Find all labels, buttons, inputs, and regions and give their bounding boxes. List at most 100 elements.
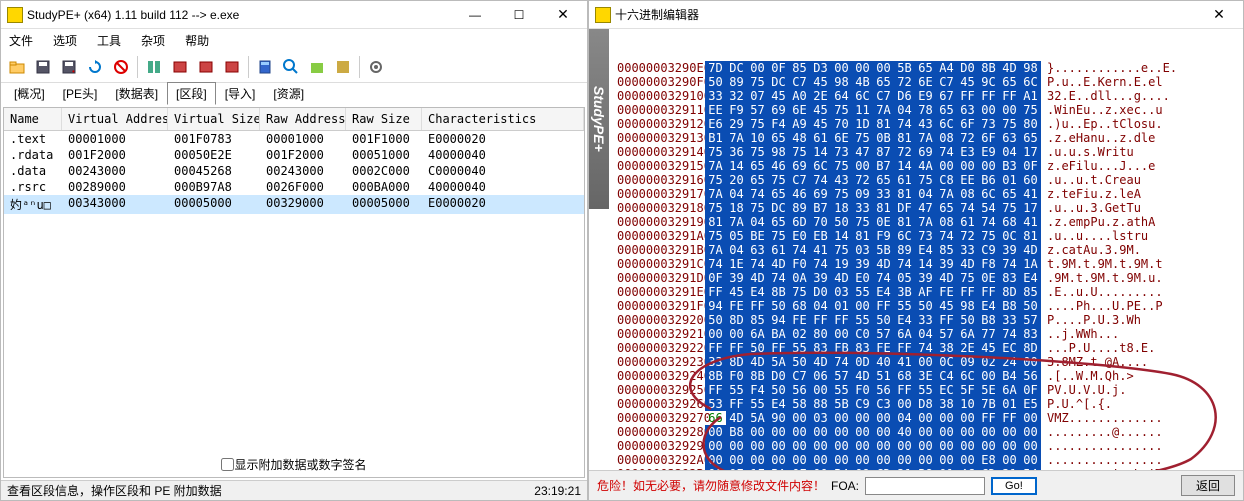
hex-byte[interactable]: 5B — [894, 61, 915, 75]
hex-byte[interactable]: 60 — [1020, 173, 1041, 187]
hex-byte[interactable]: 63 — [999, 131, 1020, 145]
hex-byte[interactable]: 0F — [705, 271, 726, 285]
hex-byte[interactable]: 7A — [873, 103, 894, 117]
settings-icon[interactable] — [364, 55, 388, 79]
hex-byte[interactable]: 39 — [852, 257, 873, 271]
hex-byte[interactable]: 75 — [999, 201, 1020, 215]
hex-byte[interactable]: 18 — [726, 201, 747, 215]
hex-byte[interactable]: 98 — [957, 299, 978, 313]
hex-byte[interactable]: 00 — [747, 425, 768, 439]
hex-byte[interactable]: 4D — [810, 355, 831, 369]
hex-byte[interactable]: B3 — [999, 159, 1020, 173]
hex-byte[interactable]: 00 — [873, 411, 894, 425]
hex-byte[interactable]: 50 — [705, 75, 726, 89]
hex-byte[interactable]: FF — [768, 341, 789, 355]
hex-byte[interactable]: FF — [978, 285, 999, 299]
hex-row[interactable]: 00000003292408BF08BD0C706574D51683EC46C0… — [617, 369, 1237, 383]
hex-byte[interactable]: 6C — [1020, 75, 1041, 89]
close-button[interactable]: ✕ — [541, 2, 585, 28]
column-header[interactable]: Virtual Address — [62, 108, 168, 130]
plugin1-icon[interactable] — [305, 55, 329, 79]
hex-byte[interactable]: 80 — [1020, 117, 1041, 131]
hex-byte[interactable]: C0 — [852, 327, 873, 341]
hex-byte[interactable]: 00 — [726, 439, 747, 453]
hex-byte[interactable]: 57 — [873, 327, 894, 341]
hex-byte[interactable]: B1 — [705, 131, 726, 145]
tab[interactable]: [区段] — [167, 82, 216, 105]
hex-byte[interactable]: 47 — [915, 201, 936, 215]
hex-byte[interactable]: 1D — [852, 117, 873, 131]
hex-byte[interactable]: 00 — [726, 453, 747, 467]
hex-row[interactable]: 0000000329200508D8594FEFFFF5550E433FF50B… — [617, 313, 1237, 327]
hex-byte[interactable]: 00 — [915, 425, 936, 439]
hex-byte[interactable]: 01 — [936, 467, 957, 470]
hex-row[interactable]: 000000032928000B800000000000000400000000… — [617, 425, 1237, 439]
hex-byte[interactable]: D0 — [768, 369, 789, 383]
hex-byte[interactable]: C7 — [789, 173, 810, 187]
hex-byte[interactable]: 50 — [789, 355, 810, 369]
hex-byte[interactable]: 00 — [747, 439, 768, 453]
hex-byte[interactable]: 85 — [1020, 285, 1041, 299]
hex-byte[interactable]: A0 — [789, 89, 810, 103]
hex-byte[interactable]: 6F — [957, 117, 978, 131]
checkbox-input[interactable] — [221, 458, 234, 471]
hex-byte[interactable]: 74 — [747, 187, 768, 201]
hex-byte[interactable]: 01 — [831, 299, 852, 313]
hex-byte[interactable]: 4C — [957, 467, 978, 470]
hex-byte[interactable]: 75 — [915, 173, 936, 187]
hex-byte[interactable]: 5A — [768, 355, 789, 369]
hex-byte[interactable]: 00 — [999, 453, 1020, 467]
column-header[interactable]: Virtual Size — [168, 108, 260, 130]
hex-byte[interactable]: 2E — [957, 341, 978, 355]
hex-byte[interactable]: E4 — [915, 243, 936, 257]
hex-byte[interactable]: 14 — [726, 159, 747, 173]
hex-byte[interactable]: 4D — [831, 271, 852, 285]
hex-byte[interactable]: 45 — [957, 75, 978, 89]
hex-byte[interactable]: AF — [915, 285, 936, 299]
hex-byte[interactable]: 56 — [789, 383, 810, 397]
hex-row[interactable]: 00000003290F0508975DCC745984B65726EC7459… — [617, 75, 1237, 89]
hex-byte[interactable]: 7A — [915, 131, 936, 145]
hex-byte[interactable]: EB — [810, 229, 831, 243]
hex-byte[interactable]: 40 — [894, 425, 915, 439]
hex-byte[interactable]: 00 — [936, 425, 957, 439]
hex-byte[interactable]: 00 — [957, 425, 978, 439]
hex-byte[interactable]: 65 — [747, 173, 768, 187]
hex-row[interactable]: 0000000329290000000000000000000000000000… — [617, 439, 1237, 453]
hex-viewport[interactable]: 00000003290E07DDC000F85D30000005B65A4D08… — [611, 29, 1243, 470]
hex-byte[interactable]: 4D — [852, 369, 873, 383]
hex-byte[interactable]: 10 — [957, 397, 978, 411]
hex-byte[interactable]: 45 — [810, 117, 831, 131]
hex-byte[interactable]: D0 — [957, 61, 978, 75]
hex-byte[interactable]: DC — [768, 75, 789, 89]
hex-byte[interactable]: 8D — [726, 355, 747, 369]
hex-byte[interactable]: 39 — [936, 257, 957, 271]
hex-byte[interactable]: 00 — [726, 327, 747, 341]
hex-byte[interactable]: 5E — [978, 383, 999, 397]
hex-byte[interactable]: 74 — [768, 271, 789, 285]
hex-byte[interactable]: 56 — [873, 383, 894, 397]
hex-byte[interactable]: C8 — [936, 173, 957, 187]
menu-item[interactable]: 帮助 — [181, 30, 213, 51]
hex-byte[interactable]: 81 — [894, 131, 915, 145]
hex-byte[interactable]: 89 — [726, 75, 747, 89]
hex-byte[interactable]: 00 — [852, 159, 873, 173]
hex-byte[interactable]: 75 — [831, 187, 852, 201]
tab[interactable]: [概况] — [5, 82, 54, 105]
hex-byte[interactable]: 29 — [726, 117, 747, 131]
column-header[interactable]: Raw Size — [346, 108, 422, 130]
hex-byte[interactable]: 05 — [726, 229, 747, 243]
hex-byte[interactable]: 80 — [810, 327, 831, 341]
hex-byte[interactable]: 65 — [999, 187, 1020, 201]
hex-byte[interactable]: 83 — [852, 341, 873, 355]
hex-byte[interactable]: DF — [894, 201, 915, 215]
hex-byte[interactable]: 33 — [999, 313, 1020, 327]
hex-byte[interactable]: 0D — [852, 355, 873, 369]
hex-byte[interactable]: 03 — [831, 285, 852, 299]
hex-byte[interactable]: 00 — [873, 61, 894, 75]
hex-byte[interactable]: 7A — [915, 215, 936, 229]
hex-byte[interactable]: 43 — [915, 117, 936, 131]
hex-byte[interactable]: BA — [768, 467, 789, 470]
hex-byte[interactable]: C7 — [936, 75, 957, 89]
hex-byte[interactable]: 00 — [915, 439, 936, 453]
